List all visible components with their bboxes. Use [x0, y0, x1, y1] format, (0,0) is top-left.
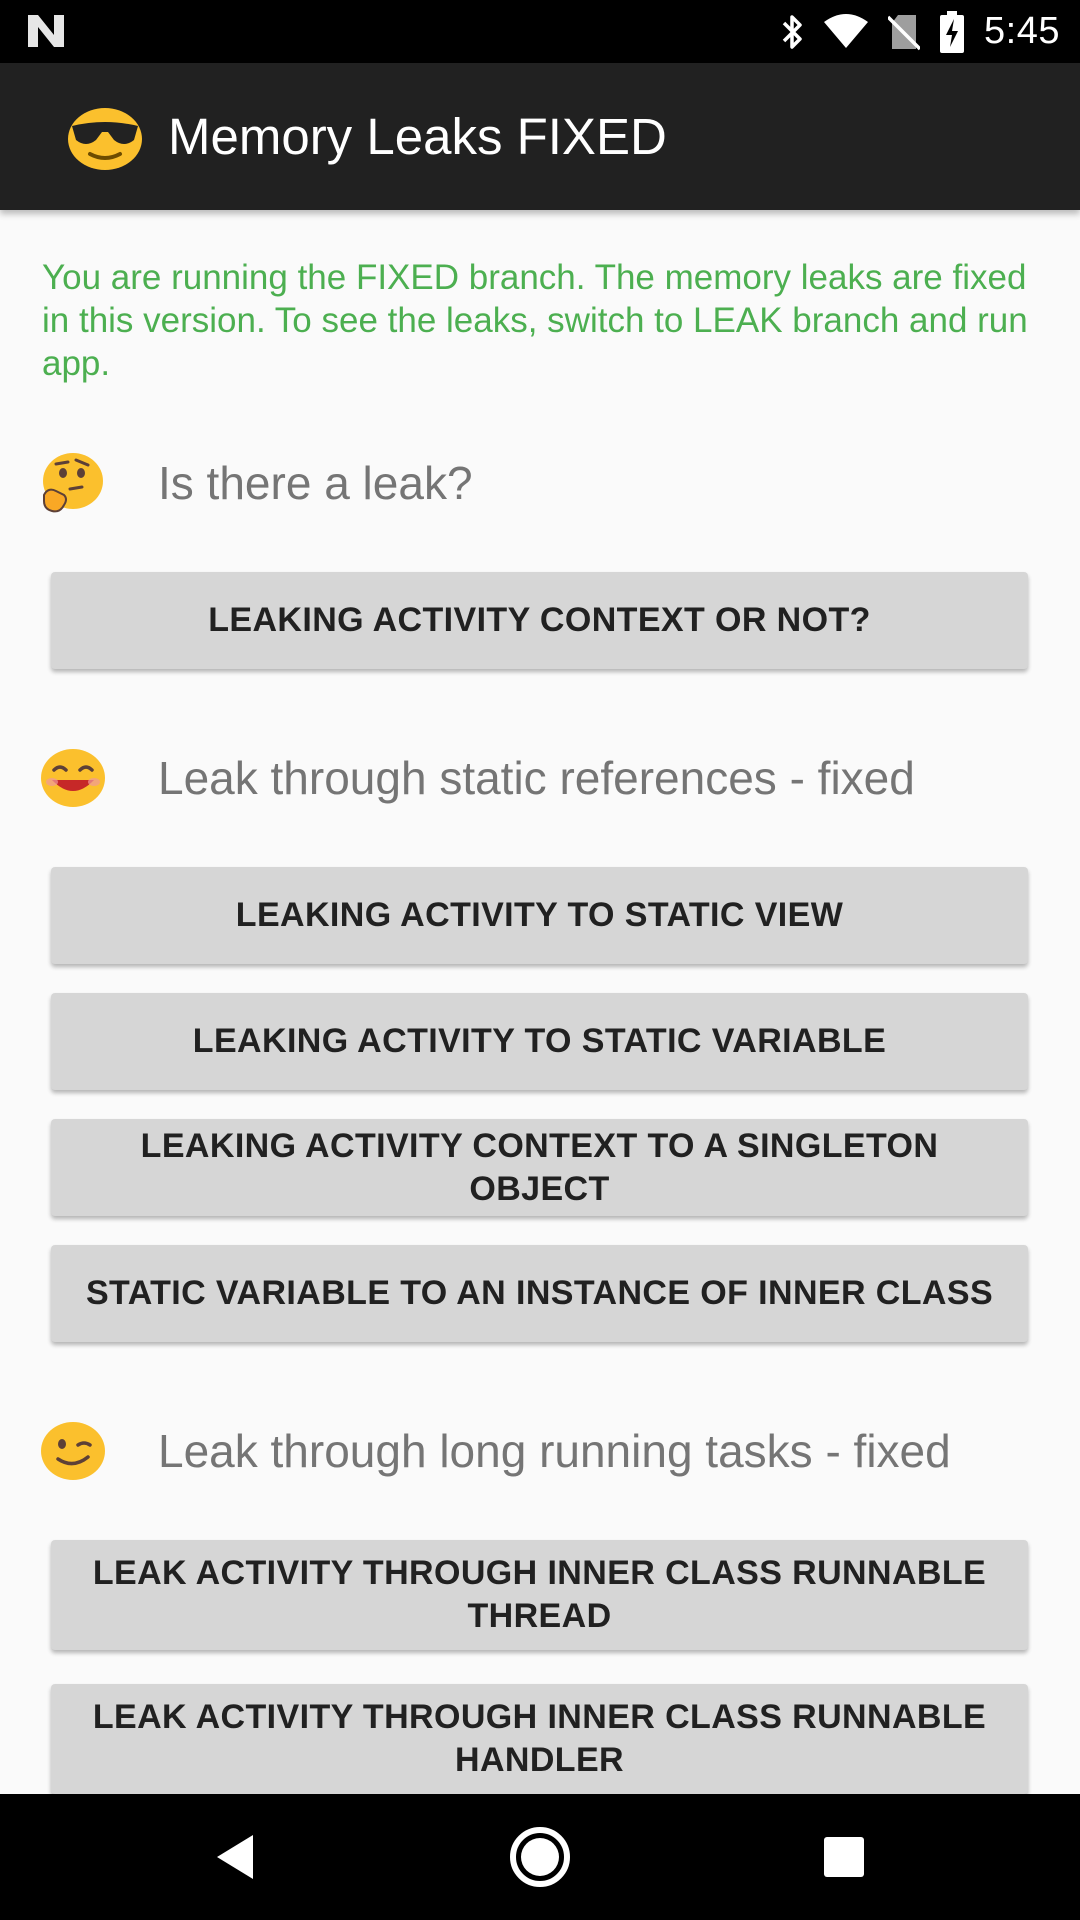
leaking-activity-to-static-view-button[interactable]: LEAKING ACTIVITY TO STATIC VIEW: [51, 867, 1028, 964]
battery-charging-icon: [940, 10, 965, 53]
app-bar: Memory Leaks FIXED: [0, 63, 1080, 210]
info-text: You are running the FIXED branch. The me…: [42, 258, 1028, 383]
smiling-emoji-icon: [38, 746, 108, 810]
section-title: Leak through static references - fixed: [158, 752, 915, 804]
winking-emoji-icon: [38, 1419, 108, 1483]
wifi-icon: [824, 13, 869, 50]
back-icon[interactable]: [197, 1819, 273, 1895]
bluetooth-icon: [780, 13, 804, 51]
static-variable-inner-class-button[interactable]: STATIC VARIABLE TO AN INSTANCE OF INNER …: [51, 1245, 1028, 1342]
no-sim-icon: [888, 13, 921, 51]
section-title: Leak through long running tasks - fixed: [158, 1425, 951, 1477]
section-title: Is there a leak?: [158, 457, 473, 509]
recents-icon[interactable]: [806, 1819, 882, 1895]
section-header-static-references: Leak through static references - fixed: [0, 738, 1080, 818]
leaking-activity-context-to-singleton-button[interactable]: LEAKING ACTIVITY CONTEXT TO A SINGLETON …: [51, 1119, 1028, 1216]
section-header-long-running-tasks: Leak through long running tasks - fixed: [0, 1411, 1080, 1491]
status-bar: 5:45: [0, 0, 1080, 63]
leak-inner-class-runnable-handler-button[interactable]: LEAK ACTIVITY THROUGH INNER CLASS RUNNAB…: [51, 1684, 1028, 1794]
home-icon[interactable]: [502, 1819, 578, 1895]
main-content[interactable]: You are running the FIXED branch. The me…: [0, 210, 1080, 1794]
leak-inner-class-runnable-thread-button[interactable]: LEAK ACTIVITY THROUGH INNER CLASS RUNNAB…: [51, 1540, 1028, 1650]
section-header-is-there-a-leak: Is there a leak?: [0, 443, 1080, 523]
notification-n-icon: [26, 13, 66, 49]
leaking-activity-context-or-not-button[interactable]: LEAKING ACTIVITY CONTEXT OR NOT?: [51, 572, 1028, 669]
sunglasses-emoji-icon: [66, 104, 144, 170]
leaking-activity-to-static-variable-button[interactable]: LEAKING ACTIVITY TO STATIC VARIABLE: [51, 993, 1028, 1090]
status-time: 5:45: [984, 10, 1060, 52]
thinking-emoji-icon: [38, 451, 108, 515]
navigation-bar: [0, 1794, 1080, 1920]
app-title: Memory Leaks FIXED: [168, 108, 667, 165]
